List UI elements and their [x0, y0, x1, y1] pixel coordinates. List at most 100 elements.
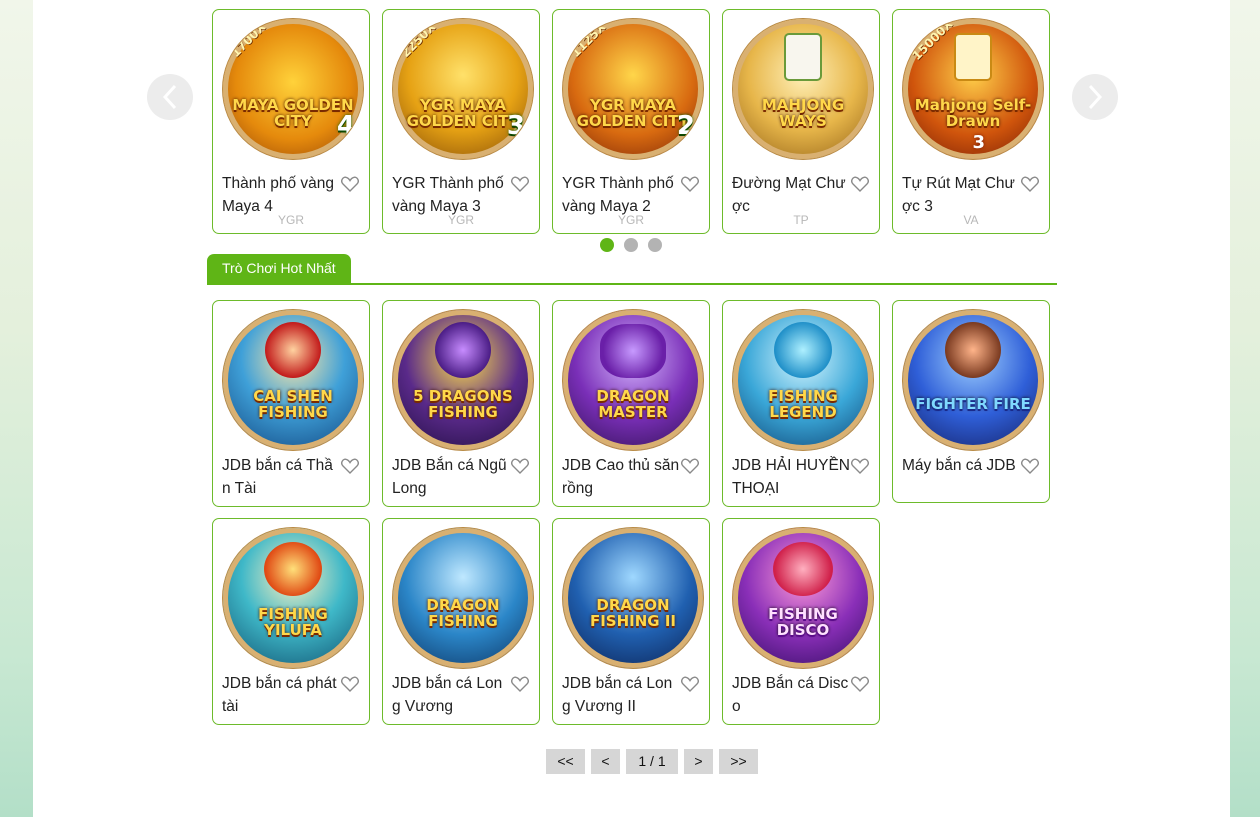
game-thumbnail[interactable]: FIGHTER FIRE [903, 310, 1043, 450]
game-number-badge: 3 [972, 132, 985, 153]
pagination-last-button[interactable]: >> [719, 749, 758, 774]
heart-icon[interactable] [851, 458, 869, 474]
game-number-badge: 2 [676, 111, 695, 141]
fish-mouth-icon [773, 542, 833, 596]
game-logo-text: FISHING DISCO [768, 605, 838, 639]
hot-game-card[interactable]: DRAGON FISHING JDB bắn cá Long Vương [382, 518, 540, 725]
caishen-character-icon [265, 322, 321, 378]
carousel-dot-2[interactable] [624, 238, 638, 252]
game-title: YGR Thành phố vàng Maya 2 [562, 175, 674, 215]
game-logo-text: DRAGON FISHING II [589, 596, 676, 630]
game-thumbnail[interactable]: FISHING LEGEND [733, 310, 873, 450]
hot-game-card[interactable]: FISHING DISCO JDB Bắn cá Disco [722, 518, 880, 725]
game-logo-text: FIGHTER FIRE [915, 395, 1031, 413]
carousel-game-card[interactable]: 1125X YGR MAYA GOLDEN CITY 2 YGR Thành p… [552, 9, 710, 234]
game-provider: YGR [277, 213, 304, 227]
pagination-prev-button[interactable]: < [591, 749, 620, 774]
game-logo-text: DRAGON MASTER [596, 387, 670, 421]
game-thumbnail[interactable]: DRAGON FISHING II [563, 528, 703, 668]
carousel-pagination-dots [600, 238, 662, 252]
game-logo-text: CAI SHEN FISHING [253, 387, 333, 421]
dragon-icon [435, 322, 491, 378]
carousel-next-button[interactable] [1072, 74, 1118, 120]
heart-icon[interactable] [851, 676, 869, 692]
carousel-game-card[interactable]: MAHJONG WAYS Đường Mạt Chược TP [722, 9, 880, 234]
heart-icon[interactable] [511, 458, 529, 474]
game-title: JDB Cao thủ săn rồng [562, 457, 680, 497]
game-logo-text: FISHING LEGEND [768, 387, 838, 421]
game-provider: VA [963, 213, 979, 227]
heart-icon[interactable] [341, 458, 359, 474]
dragon-icon [774, 322, 832, 378]
mahjong-tile-icon [954, 33, 992, 81]
gorilla-icon [945, 322, 1001, 378]
game-provider: YGR [617, 213, 644, 227]
game-title: JDB HẢI HUYỀN THOẠI [732, 457, 850, 497]
game-thumbnail[interactable]: 2250X YGR MAYA GOLDEN CITY 3 [393, 19, 533, 159]
multiplier-badge: 1700X [228, 19, 269, 61]
pagination-first-button[interactable]: << [546, 749, 585, 774]
game-thumbnail[interactable]: FISHING DISCO [733, 528, 873, 668]
heart-icon[interactable] [1021, 458, 1039, 474]
game-thumbnail[interactable]: DRAGON MASTER [563, 310, 703, 450]
hot-game-card[interactable]: DRAGON FISHING II JDB bắn cá Long Vương … [552, 518, 710, 725]
heart-icon[interactable] [681, 458, 699, 474]
carousel-game-card[interactable]: 1700X MAYA GOLDEN CITY 4 Thành phố vàng … [212, 9, 370, 234]
carousel-dot-1[interactable] [600, 238, 614, 252]
heart-icon[interactable] [681, 676, 699, 692]
game-thumbnail[interactable]: CAI SHEN FISHING [223, 310, 363, 450]
carousel-dot-3[interactable] [648, 238, 662, 252]
section-tab-hot-games[interactable]: Trò Chơi Hot Nhất [207, 254, 351, 284]
heart-icon[interactable] [341, 176, 359, 192]
heart-icon[interactable] [511, 176, 529, 192]
game-logo-text: Mahjong Self-Drawn [914, 96, 1032, 130]
game-title: YGR Thành phố vàng Maya 3 [392, 175, 504, 215]
game-title: JDB bắn cá phát tài [222, 675, 337, 715]
game-logo-text: 5 DRAGONS FISHING [413, 387, 513, 421]
game-thumbnail[interactable]: FISHING YILUFA [223, 528, 363, 668]
hot-game-card[interactable]: DRAGON MASTER JDB Cao thủ săn rồng [552, 300, 710, 507]
game-title: Đường Mạt Chược [732, 175, 846, 215]
dragon-icon [600, 324, 666, 378]
section-divider [207, 283, 1057, 285]
game-thumbnail[interactable]: DRAGON FISHING [393, 528, 533, 668]
chevron-left-icon [162, 84, 177, 110]
game-title: JDB bắn cá Long Vương [392, 675, 503, 715]
game-title: Máy bắn cá JDB [902, 457, 1016, 474]
game-title: Thành phố vàng Maya 4 [222, 175, 335, 215]
game-title: JDB Bắn cá Ngũ Long [392, 457, 507, 497]
game-title: JDB bắn cá Thần Tài [222, 457, 333, 497]
game-thumbnail[interactable]: 15000X Mahjong Self-Drawn 3 [903, 19, 1043, 159]
game-logo-text: MAHJONG WAYS [761, 96, 845, 130]
multiplier-badge: 15000X [909, 19, 956, 63]
game-thumbnail[interactable]: 5 DRAGONS FISHING [393, 310, 533, 450]
game-title: Tự Rút Mạt Chược 3 [902, 175, 1015, 215]
multiplier-badge: 2250X [398, 19, 439, 61]
heart-icon[interactable] [681, 176, 699, 192]
heart-icon[interactable] [1021, 176, 1039, 192]
hot-game-card[interactable]: FIGHTER FIRE Máy bắn cá JDB [892, 300, 1050, 503]
game-thumbnail[interactable]: 1125X YGR MAYA GOLDEN CITY 2 [563, 19, 703, 159]
hot-game-card[interactable]: FISHING LEGEND JDB HẢI HUYỀN THOẠI [722, 300, 880, 507]
pagination-next-button[interactable]: > [684, 749, 713, 774]
game-title: JDB Bắn cá Disco [732, 675, 849, 715]
heart-icon[interactable] [511, 676, 529, 692]
game-logo-text: DRAGON FISHING [426, 596, 500, 630]
carousel-game-card[interactable]: 2250X YGR MAYA GOLDEN CITY 3 YGR Thành p… [382, 9, 540, 234]
game-number-badge: 4 [336, 111, 355, 141]
hot-game-card[interactable]: FISHING YILUFA JDB bắn cá phát tài [212, 518, 370, 725]
game-thumbnail[interactable]: MAHJONG WAYS [733, 19, 873, 159]
goldfish-icon [264, 542, 322, 596]
chevron-right-icon [1088, 84, 1103, 110]
game-thumbnail[interactable]: 1700X MAYA GOLDEN CITY 4 [223, 19, 363, 159]
game-provider: TP [793, 213, 809, 227]
mahjong-tile-icon [784, 33, 822, 81]
carousel-prev-button[interactable] [147, 74, 193, 120]
carousel-game-card[interactable]: 15000X Mahjong Self-Drawn 3 Tự Rút Mạt C… [892, 9, 1050, 234]
heart-icon[interactable] [341, 676, 359, 692]
hot-game-card[interactable]: CAI SHEN FISHING JDB bắn cá Thần Tài [212, 300, 370, 507]
hot-game-card[interactable]: 5 DRAGONS FISHING JDB Bắn cá Ngũ Long [382, 300, 540, 507]
game-number-badge: 3 [506, 111, 525, 141]
heart-icon[interactable] [851, 176, 869, 192]
game-logo-text: FISHING YILUFA [258, 605, 328, 639]
